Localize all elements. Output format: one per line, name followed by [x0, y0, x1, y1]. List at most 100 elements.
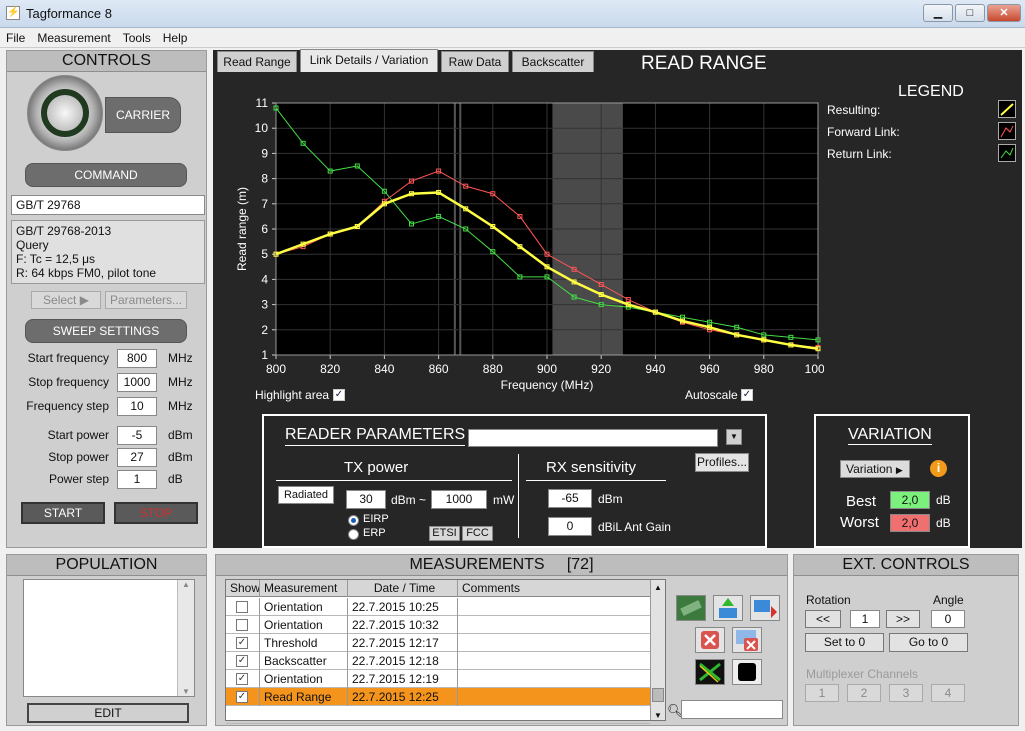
dropdown-arrow-icon[interactable]: ▼	[726, 429, 742, 445]
start-power-label: Start power	[47, 428, 109, 442]
start-power-input[interactable]: -5	[117, 426, 157, 445]
show-checkbox[interactable]: ✓	[236, 655, 248, 667]
select-button[interactable]: Select ▶	[31, 291, 101, 309]
autoscale-checkbox[interactable]: ✓	[741, 389, 753, 401]
highlight-area-checkbox[interactable]: ✓	[333, 389, 345, 401]
stop-button[interactable]: STOP	[114, 502, 198, 524]
scroll-down-icon[interactable]: ▼	[651, 711, 665, 720]
fcc-button[interactable]: FCC	[462, 526, 493, 541]
show-checkbox[interactable]: ✓	[236, 637, 248, 649]
legend-forward-icon[interactable]	[998, 122, 1016, 140]
command-field[interactable]: GB/T 29768	[11, 195, 205, 215]
table-row[interactable]: ✓ Threshold 22.7.2015 12:17	[226, 634, 650, 652]
unselect-icon[interactable]	[695, 659, 725, 685]
col-measurement[interactable]: Measurement	[260, 580, 348, 597]
table-row[interactable]: Orientation 22.7.2015 10:25	[226, 598, 650, 616]
reader-profile-select[interactable]	[468, 429, 718, 447]
best-label: Best	[846, 493, 877, 510]
delete-icon[interactable]	[695, 627, 725, 653]
scroll-down-icon[interactable]: ▼	[178, 687, 194, 696]
delete-all-icon[interactable]	[732, 627, 762, 653]
comments-cell[interactable]	[458, 616, 650, 634]
tx-mw-input[interactable]: 1000	[431, 490, 487, 509]
scroll-up-icon[interactable]: ▲	[178, 580, 194, 589]
start-frequency-input[interactable]: 800	[117, 349, 157, 368]
tx-dbm-input[interactable]: 30	[346, 490, 386, 509]
minimize-button[interactable]: ▁	[923, 4, 953, 22]
erp-label: ERP	[363, 527, 386, 539]
menu-file[interactable]: File	[0, 28, 31, 47]
rotate-right-button[interactable]: >>	[886, 610, 920, 628]
stop-frequency-input[interactable]: 1000	[117, 373, 157, 392]
set-to-0-button[interactable]: Set to 0	[805, 633, 884, 652]
mux-channel-1-button[interactable]: 1	[805, 684, 839, 702]
command-button[interactable]: COMMAND	[25, 163, 187, 187]
power-step-input[interactable]: 1	[117, 470, 157, 489]
maximize-button[interactable]: □	[955, 4, 985, 22]
edit-button[interactable]: EDIT	[27, 703, 189, 723]
sweep-settings-button[interactable]: SWEEP SETTINGS	[25, 319, 187, 343]
menu-help[interactable]: Help	[157, 28, 194, 47]
tab-backscatter[interactable]: Backscatter	[512, 51, 594, 72]
mux-channel-2-button[interactable]: 2	[847, 684, 881, 702]
ant-gain-input[interactable]: 0	[548, 517, 592, 536]
carrier-knob[interactable]	[27, 75, 103, 151]
tag-chip-icon[interactable]	[676, 595, 706, 621]
show-checkbox[interactable]: ✓	[236, 691, 248, 703]
frequency-step-input[interactable]: 10	[117, 397, 157, 416]
table-row[interactable]: ✓ Backscatter 22.7.2015 12:18	[226, 652, 650, 670]
info-icon[interactable]: i	[930, 460, 947, 477]
col-comments[interactable]: Comments	[458, 580, 650, 597]
parameters-button[interactable]: Parameters...	[105, 291, 187, 309]
comments-cell[interactable]	[458, 598, 650, 616]
x-tick-label: 920	[591, 362, 611, 376]
mux-channel-3-button[interactable]: 3	[889, 684, 923, 702]
profiles-button[interactable]: Profiles...	[695, 453, 749, 472]
population-scrollbar[interactable]: ▲ ▼	[177, 580, 194, 696]
eirp-radio[interactable]	[348, 515, 359, 526]
col-datetime[interactable]: Date / Time	[348, 580, 458, 597]
menu-measurement[interactable]: Measurement	[31, 28, 116, 47]
scroll-up-icon[interactable]: ▲	[651, 580, 665, 596]
legend-resulting-label: Resulting:	[827, 103, 881, 117]
scroll-thumb[interactable]	[652, 688, 664, 702]
angle-input[interactable]: 0	[931, 610, 965, 628]
table-row[interactable]: ✓ Orientation 22.7.2015 12:19	[226, 670, 650, 688]
worst-label: Worst	[840, 514, 879, 531]
rx-dbm-input[interactable]: -65	[548, 489, 592, 508]
population-list[interactable]: ▲ ▼	[23, 579, 195, 697]
search-input[interactable]	[681, 700, 783, 719]
stop-square-icon[interactable]	[732, 659, 762, 685]
col-show[interactable]: Show	[226, 580, 260, 597]
rotate-left-button[interactable]: <<	[805, 610, 841, 628]
etsi-button[interactable]: ETSI	[429, 526, 460, 541]
start-button[interactable]: START	[21, 502, 105, 524]
rotation-input[interactable]: 1	[850, 610, 880, 628]
table-scrollbar[interactable]: ▲ ▼	[650, 580, 665, 720]
mux-channel-4-button[interactable]: 4	[931, 684, 965, 702]
export-icon[interactable]	[750, 595, 780, 621]
go-to-0-button[interactable]: Go to 0	[889, 633, 968, 652]
radiated-select[interactable]: Radiated	[278, 486, 334, 504]
variation-button[interactable]: Variation ▶	[840, 460, 910, 478]
comments-cell[interactable]	[458, 652, 650, 670]
legend-return-icon[interactable]	[998, 144, 1016, 162]
carrier-button[interactable]: CARRIER	[105, 97, 181, 133]
stop-power-input[interactable]: 27	[117, 448, 157, 467]
import-icon[interactable]	[713, 595, 743, 621]
close-button[interactable]: ✕	[987, 4, 1021, 22]
tab-raw-data[interactable]: Raw Data	[441, 51, 509, 72]
erp-radio[interactable]	[348, 529, 359, 540]
comments-cell[interactable]	[458, 634, 650, 652]
show-checkbox[interactable]: ✓	[236, 673, 248, 685]
tab-link-details[interactable]: Link Details / Variation	[300, 49, 438, 72]
legend-resulting-icon[interactable]	[998, 100, 1016, 118]
show-checkbox[interactable]	[236, 601, 248, 613]
table-row[interactable]: Orientation 22.7.2015 10:32	[226, 616, 650, 634]
show-checkbox[interactable]	[236, 619, 248, 631]
comments-cell[interactable]	[458, 688, 650, 706]
tab-read-range[interactable]: Read Range	[217, 51, 297, 72]
comments-cell[interactable]	[458, 670, 650, 688]
menu-tools[interactable]: Tools	[117, 28, 157, 47]
table-row[interactable]: ✓ Read Range 22.7.2015 12:25	[226, 688, 650, 706]
